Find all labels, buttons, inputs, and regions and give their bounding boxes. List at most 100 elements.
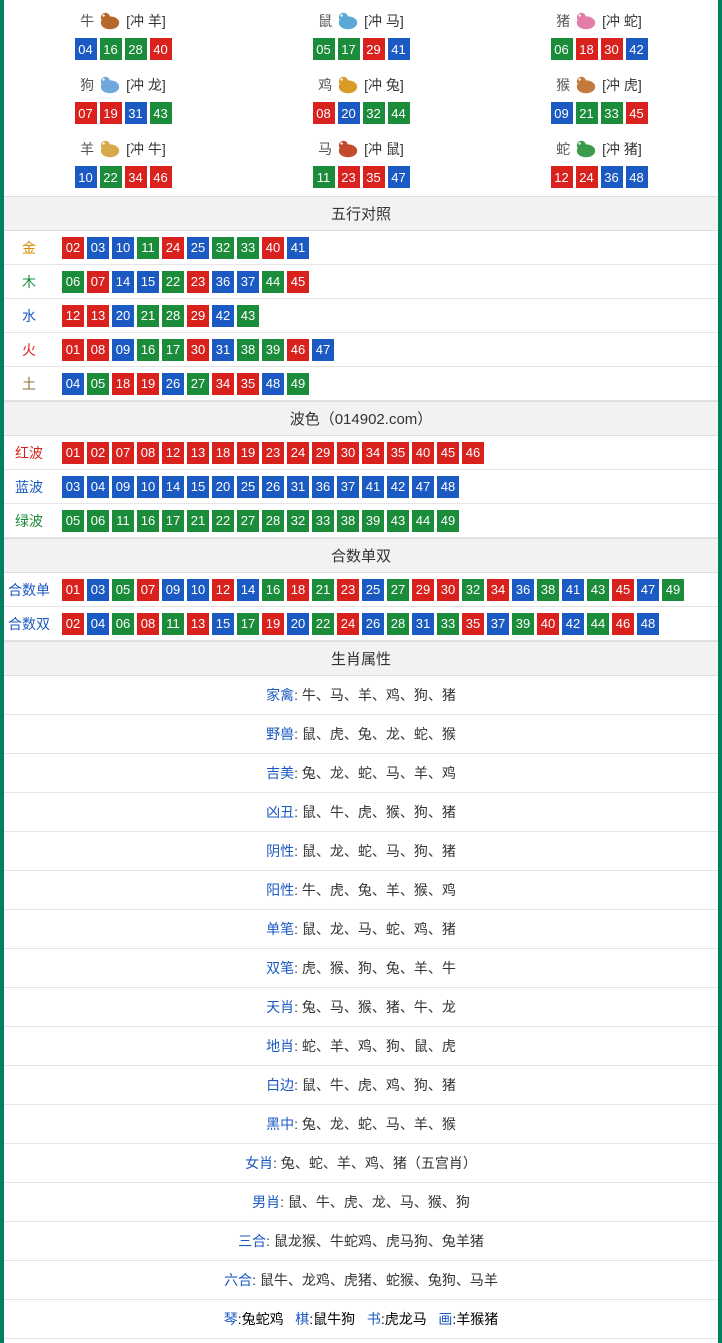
number-ball: 12 [551, 166, 573, 188]
number-ball: 06 [62, 271, 84, 293]
section-header-wuxing: 五行对照 [4, 196, 718, 231]
number-ball: 46 [462, 442, 484, 464]
zodiac-name: 狗 [80, 75, 94, 95]
number-ball: 17 [338, 38, 360, 60]
number-ball: 20 [338, 102, 360, 124]
attr-key: 女肖 [245, 1155, 273, 1171]
number-ball: 04 [87, 613, 109, 635]
zodiac-cell: 蛇[冲 猪]12243648 [480, 132, 718, 196]
number-ball: 32 [363, 102, 385, 124]
number-ball: 44 [388, 102, 410, 124]
attr-sep: : [294, 765, 302, 781]
number-ball: 11 [112, 510, 134, 532]
attr-sep: : [294, 726, 302, 742]
number-ball: 03 [87, 237, 109, 259]
number-ball: 41 [287, 237, 309, 259]
number-ball: 27 [187, 373, 209, 395]
number-ball: 44 [587, 613, 609, 635]
number-ball: 26 [162, 373, 184, 395]
attr-value: 兔、马、猴、猪、牛、龙 [302, 999, 456, 1015]
attr-sep: : [294, 843, 302, 859]
combo-value: 兔蛇鸡 [242, 1311, 284, 1327]
zodiac-title: 羊[冲 牛] [4, 138, 242, 160]
attr-value: 鼠、牛、虎、猴、狗、猪 [302, 804, 456, 820]
attr-key: 双笔 [266, 960, 294, 976]
data-row: 土04051819262734354849 [4, 367, 718, 401]
data-row: 火0108091617303138394647 [4, 333, 718, 367]
number-ball: 12 [62, 305, 84, 327]
number-ball: 20 [112, 305, 134, 327]
zodiac-nums: 12243648 [480, 166, 718, 188]
zodiac-name: 马 [318, 139, 332, 159]
row-label: 火 [4, 340, 54, 360]
attr-key: 野兽 [266, 726, 294, 742]
number-ball: 06 [551, 38, 573, 60]
number-ball: 39 [362, 510, 384, 532]
number-ball: 23 [187, 271, 209, 293]
attr-value: 兔、龙、蛇、马、羊、猴 [302, 1116, 456, 1132]
number-ball: 15 [137, 271, 159, 293]
row-nums: 05061116172122272832333839434449 [54, 505, 467, 537]
attr-sep: : [280, 1194, 288, 1210]
number-ball: 17 [162, 510, 184, 532]
row-nums: 0108091617303138394647 [54, 334, 342, 366]
number-ball: 37 [487, 613, 509, 635]
data-row: 金02031011242532334041 [4, 231, 718, 265]
attr-key: 凶丑 [266, 804, 294, 820]
number-ball: 43 [587, 579, 609, 601]
number-ball: 20 [212, 476, 234, 498]
number-ball: 19 [137, 373, 159, 395]
number-ball: 21 [576, 102, 598, 124]
row-nums: 06071415222336374445 [54, 266, 317, 298]
number-ball: 16 [137, 339, 159, 361]
number-ball: 04 [75, 38, 97, 60]
attr-sep: : [294, 1116, 302, 1132]
row-label: 木 [4, 272, 54, 292]
attr-key: 黑中 [266, 1116, 294, 1132]
number-ball: 29 [187, 305, 209, 327]
zodiac-icon [96, 138, 124, 160]
number-ball: 28 [125, 38, 147, 60]
zodiac-cell: 马[冲 鼠]11233547 [242, 132, 480, 196]
number-ball: 19 [237, 442, 259, 464]
combo-key: 棋 [295, 1311, 309, 1327]
attr-sep: : [294, 1038, 302, 1054]
number-ball: 19 [100, 102, 122, 124]
combo-value: 羊猴猪 [456, 1311, 498, 1327]
number-ball: 39 [512, 613, 534, 635]
number-ball: 49 [287, 373, 309, 395]
attr-sep: : [294, 882, 302, 898]
number-ball: 25 [237, 476, 259, 498]
attribute-row: 单笔: 鼠、龙、马、蛇、鸡、猪 [4, 910, 718, 949]
number-ball: 11 [162, 613, 184, 635]
number-ball: 23 [262, 442, 284, 464]
attr-value: 虎、猴、狗、兔、羊、牛 [302, 960, 456, 976]
number-ball: 21 [312, 579, 334, 601]
number-ball: 03 [87, 579, 109, 601]
bottom-combo-row: 琴:兔蛇鸡 棋:鼠牛狗 书:虎龙马 画:羊猴猪 [4, 1300, 718, 1339]
number-ball: 49 [662, 579, 684, 601]
combo-key: 书 [367, 1311, 381, 1327]
attr-sep: : [294, 921, 302, 937]
number-ball: 22 [312, 613, 334, 635]
number-ball: 22 [100, 166, 122, 188]
zodiac-icon [96, 74, 124, 96]
combo-value: 虎龙马 [385, 1311, 427, 1327]
attr-value: 鼠牛、龙鸡、虎猪、蛇猴、兔狗、马羊 [260, 1272, 498, 1288]
number-ball: 13 [87, 305, 109, 327]
zodiac-nums: 10223446 [4, 166, 242, 188]
number-ball: 45 [626, 102, 648, 124]
number-ball: 12 [212, 579, 234, 601]
zodiac-name: 猴 [556, 75, 570, 95]
attribute-row: 三合: 鼠龙猴、牛蛇鸡、虎马狗、兔羊猪 [4, 1222, 718, 1261]
number-ball: 13 [187, 442, 209, 464]
number-ball: 01 [62, 442, 84, 464]
number-ball: 22 [162, 271, 184, 293]
row-nums: 0204060811131517192022242628313335373940… [54, 608, 667, 640]
number-ball: 02 [87, 442, 109, 464]
number-ball: 33 [601, 102, 623, 124]
number-ball: 08 [137, 442, 159, 464]
number-ball: 42 [387, 476, 409, 498]
number-ball: 10 [187, 579, 209, 601]
number-ball: 49 [437, 510, 459, 532]
